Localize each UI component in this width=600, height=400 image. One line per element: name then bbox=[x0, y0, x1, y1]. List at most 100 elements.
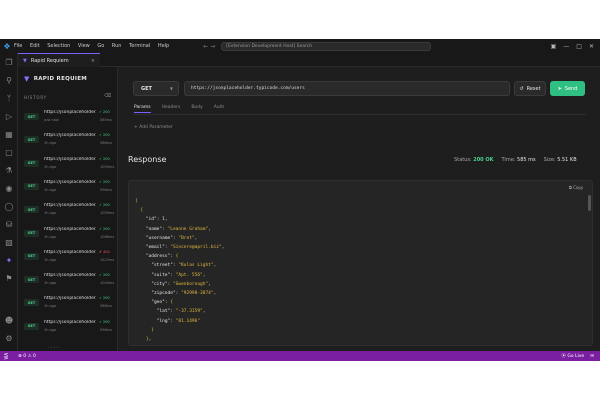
history-status: ✓ 200 bbox=[99, 203, 110, 208]
copy-label: Copy bbox=[573, 185, 584, 190]
history-status: ✓ 200 bbox=[99, 179, 110, 184]
history-timestamp: 1h ago bbox=[44, 257, 57, 262]
history-item[interactable]: GET https://jsonplaceholder... 1h ago ✓ 200… bbox=[22, 223, 114, 243]
rapid-requiem-icon[interactable]: ✦ bbox=[3, 255, 15, 267]
notifications-icon[interactable]: ✉ bbox=[590, 354, 594, 359]
send-button[interactable]: ➤ Send bbox=[550, 81, 585, 96]
remote-indicator-icon[interactable]: ⋚ bbox=[0, 351, 12, 361]
add-parameter-button[interactable]: + Add Parameter bbox=[134, 125, 173, 130]
tab-label: Rapid Requiem bbox=[30, 57, 69, 64]
history-status: ✓ 200 bbox=[99, 273, 110, 278]
close-icon[interactable]: ✕ bbox=[589, 43, 594, 50]
history-method-badge: GET bbox=[24, 252, 39, 260]
history-method-badge: GET bbox=[24, 182, 39, 190]
explorer-icon[interactable]: ❐ bbox=[3, 57, 15, 69]
source-control-icon[interactable]: ᛉ bbox=[3, 93, 15, 105]
brand-logo-icon: ▼ bbox=[24, 75, 30, 83]
tab-rapid-requiem[interactable]: ▼ Rapid Requiem × bbox=[18, 53, 100, 67]
request-panel: GET ▼ https://jsonplaceholder.typicode.c… bbox=[118, 67, 600, 351]
account-icon[interactable]: ☻ bbox=[3, 315, 15, 327]
menu-go[interactable]: Go bbox=[97, 43, 104, 49]
history-item[interactable]: GET https://jsonplaceholder... 1h ago ✓ 200… bbox=[22, 176, 114, 196]
history-item[interactable]: GET https://jsonplaceholder... 1h ago ✓ 200… bbox=[22, 269, 114, 289]
history-item[interactable]: GET https://jsonplaceholder... 1h ago ✓ 200… bbox=[22, 129, 114, 149]
containers-icon[interactable]: ▧ bbox=[3, 237, 15, 249]
extensions-icon[interactable]: ▦ bbox=[3, 129, 15, 141]
github-icon[interactable]: ◉ bbox=[3, 183, 15, 195]
window-controls: ▣ — □ ✕ bbox=[551, 43, 600, 50]
tab-close-icon[interactable]: × bbox=[91, 58, 95, 64]
command-search[interactable]: [Extension Development Host] Search bbox=[221, 41, 432, 51]
menu-run[interactable]: Run bbox=[112, 43, 122, 49]
layout-icon[interactable]: ▣ bbox=[551, 43, 557, 50]
history-timestamp: 1h ago bbox=[44, 164, 57, 169]
history-method-badge: GET bbox=[24, 299, 39, 307]
history-item[interactable]: GET https://jsonplaceholder... 1h ago ✓ 200… bbox=[22, 153, 114, 173]
time-value: 585 ms bbox=[517, 157, 536, 163]
database-icon[interactable]: ⛁ bbox=[3, 219, 15, 231]
history-method-badge: GET bbox=[24, 206, 39, 214]
history-duration: 1066ms bbox=[100, 234, 115, 239]
method-select[interactable]: GET ▼ bbox=[133, 81, 179, 96]
menu-bar: File Edit Selection View Go Run Terminal… bbox=[14, 43, 175, 49]
history-item[interactable]: GET https://jsonplaceholder... 1h ago ✓ 200… bbox=[22, 292, 114, 312]
history-item[interactable]: GET https://jsonplaceholder... 1h ago ✓ 200… bbox=[22, 316, 114, 336]
tab-headers[interactable]: Headers bbox=[162, 105, 181, 113]
history-url: https://jsonplaceholder... bbox=[44, 273, 96, 279]
clear-history-icon[interactable]: ⌫ bbox=[104, 93, 111, 99]
history-timestamp: 1h ago bbox=[44, 281, 57, 286]
history-url: https://jsonplaceholder... bbox=[44, 156, 96, 162]
chevron-down-icon: ▼ bbox=[169, 86, 173, 91]
json-line: "id": 1, bbox=[145, 217, 168, 223]
history-url: https://jsonplaceholder... bbox=[44, 226, 96, 232]
broadcast-icon: ⦿ bbox=[561, 354, 566, 359]
send-label: Send bbox=[564, 85, 578, 92]
history-url: https://jsonplaceholder... bbox=[44, 179, 96, 185]
run-debug-icon[interactable]: ▷ bbox=[3, 111, 15, 123]
menu-help[interactable]: Help bbox=[158, 43, 169, 49]
url-input[interactable]: https://jsonplaceholder.typicode.com/use… bbox=[184, 81, 510, 96]
menu-file[interactable]: File bbox=[14, 43, 22, 49]
reset-icon: ↺ bbox=[519, 85, 524, 92]
testing-icon[interactable]: ⚗ bbox=[3, 165, 15, 177]
json-line: "lat": "-37.3159", bbox=[156, 309, 206, 315]
go-live-label: Go Live bbox=[567, 354, 585, 359]
history-duration: 588ms bbox=[100, 141, 112, 146]
menu-edit[interactable]: Edit bbox=[30, 43, 40, 49]
history-url: https://jsonplaceholder... bbox=[44, 203, 96, 209]
minimize-icon[interactable]: — bbox=[563, 43, 569, 50]
scrollbar-thumb[interactable] bbox=[588, 195, 591, 211]
tab-logo-icon: ▼ bbox=[23, 57, 27, 64]
history-timestamp: 1h ago bbox=[44, 327, 57, 332]
bookmark-icon[interactable]: ⚑ bbox=[3, 273, 15, 285]
history-item[interactable]: GET https://jsonplaceholder... 1h ago ✓ 200… bbox=[22, 199, 114, 219]
tab-auth[interactable]: Auth bbox=[214, 105, 225, 113]
tab-params[interactable]: Params bbox=[134, 105, 151, 113]
settings-gear-icon[interactable]: ⚙ bbox=[3, 333, 15, 345]
size-meta: Size: 5.51 KB bbox=[544, 157, 577, 163]
search-icon[interactable]: ⚲ bbox=[3, 75, 15, 87]
nav-arrows[interactable]: ← → bbox=[203, 43, 215, 50]
history-duration: 588ms bbox=[100, 304, 112, 309]
history-status: ✗ 404 bbox=[99, 249, 110, 254]
copy-button[interactable]: ⧉ Copy bbox=[569, 185, 583, 190]
menu-selection[interactable]: Selection bbox=[47, 43, 70, 49]
response-body[interactable]: ⧉ Copy [ { "id": 1, "name": "Leanne Grah… bbox=[128, 180, 593, 346]
remote-explorer-icon[interactable]: ▢ bbox=[3, 147, 15, 159]
menu-view[interactable]: View bbox=[78, 43, 90, 49]
go-live-button[interactable]: ⦿ Go Live bbox=[561, 353, 584, 359]
json-line: "street": "Kulas Light", bbox=[151, 263, 217, 269]
menu-terminal[interactable]: Terminal bbox=[129, 43, 150, 49]
history-sidebar: ▼ RAPID REQUIEM HISTORY ⌫ GET https://jso… bbox=[18, 67, 118, 351]
history-duration: 1059ms bbox=[100, 211, 115, 216]
editor-tabs: ▼ Rapid Requiem × bbox=[18, 53, 600, 67]
reset-button[interactable]: ↺ Reset bbox=[514, 81, 546, 96]
maximize-icon[interactable]: □ bbox=[576, 43, 582, 50]
history-duration: 1040ms bbox=[100, 281, 115, 286]
timeline-icon[interactable]: ◯ bbox=[3, 201, 15, 213]
history-item[interactable]: GET https://jsonplaceholder... 1h ago ✗ 404… bbox=[22, 246, 114, 266]
history-item[interactable]: GET https://jsonplaceholder... just now ✓ 2… bbox=[22, 106, 114, 126]
problems-indicator[interactable]: ⊗ 0 ⚠ 0 bbox=[18, 354, 36, 359]
history-duration: 1523ms bbox=[100, 257, 115, 262]
tab-body[interactable]: Body bbox=[191, 105, 202, 113]
